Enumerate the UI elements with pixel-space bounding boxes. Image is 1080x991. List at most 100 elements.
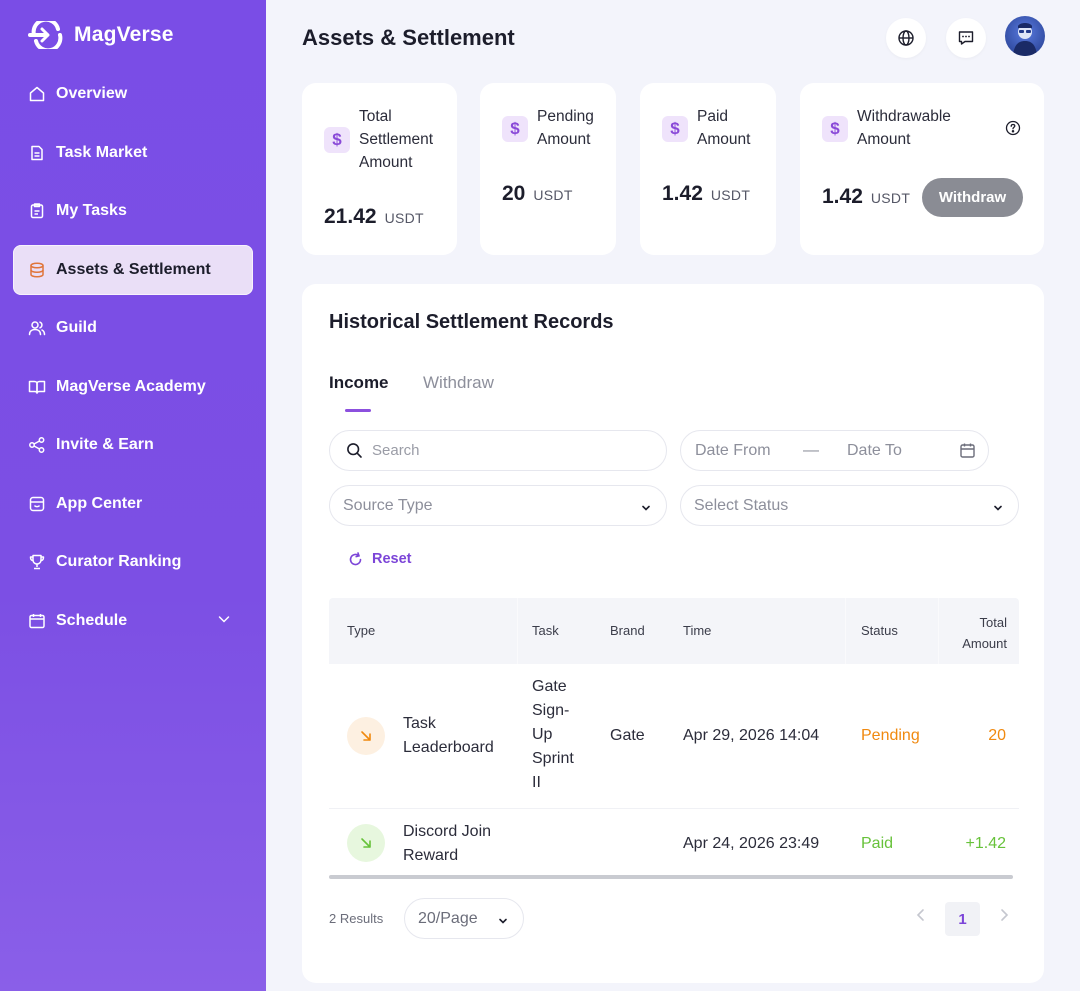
document-icon: [28, 144, 46, 162]
stat-label: Pending Amount: [537, 108, 594, 148]
sidebar-item-label: Schedule: [56, 611, 128, 629]
sidebar-item-my-tasks[interactable]: My Tasks: [13, 186, 253, 236]
row-amount: +1.42: [965, 835, 1006, 852]
home-icon: [28, 85, 46, 103]
stat-value: 21.42 USDT: [324, 205, 424, 229]
column-divider: [517, 598, 518, 664]
sidebar-item-label: Assets & Settlement: [56, 260, 211, 278]
help-icon[interactable]: [1005, 120, 1021, 141]
stat-label: Paid Amount: [697, 108, 751, 148]
table-row[interactable]: Discord Join Reward Apr 24, 2026 23:49 P…: [329, 809, 1019, 875]
stat-unit: USDT: [533, 187, 573, 203]
row-type: Task Leaderboard: [403, 715, 494, 756]
column-divider: [845, 598, 846, 664]
stat-label: Withdrawable Amount: [857, 108, 951, 148]
source-type-select[interactable]: Source Type: [329, 485, 667, 526]
chevron-down-icon[interactable]: [217, 612, 231, 631]
refresh-icon: [349, 551, 362, 565]
calendar-icon[interactable]: [959, 442, 976, 464]
database-icon: [28, 261, 46, 279]
row-task[interactable]: Gate Sign-Up Sprint II: [532, 675, 584, 795]
sidebar-item-academy[interactable]: MagVerse Academy: [13, 362, 253, 412]
pending-amount-value: 20: [502, 182, 526, 205]
tab-withdraw[interactable]: Withdraw: [423, 373, 494, 393]
sidebar-item-curator-ranking[interactable]: Curator Ranking: [13, 537, 253, 587]
total-amount-value: 21.42: [324, 205, 377, 228]
date-from-field[interactable]: Date From: [695, 442, 803, 460]
dollar-icon: $: [662, 116, 688, 142]
language-button[interactable]: [886, 18, 926, 58]
arrow-down-right-icon: [347, 717, 385, 755]
book-icon: [28, 378, 46, 396]
page-number-current[interactable]: 1: [945, 902, 980, 936]
horizontal-scrollbar[interactable]: [329, 875, 1013, 879]
search-icon: [346, 442, 363, 459]
sidebar-item-label: Guild: [56, 319, 97, 336]
table-row[interactable]: Task Leaderboard Gate Sign-Up Sprint II …: [329, 664, 1019, 809]
share-icon: [28, 436, 46, 454]
row-time: Apr 29, 2026 14:04: [683, 727, 820, 744]
stat-value: 20 USDT: [502, 182, 573, 206]
sidebar-nav: Overview Task Market My Tasks Assets & S…: [13, 69, 253, 654]
sidebar-item-overview[interactable]: Overview: [13, 69, 253, 119]
sidebar-item-label: Curator Ranking: [56, 553, 182, 570]
user-avatar[interactable]: [1005, 16, 1045, 56]
column-header-type: Type: [347, 623, 376, 638]
date-separator: —: [803, 441, 819, 459]
table-header: Type Task Brand Time Status Total Amount: [329, 598, 1019, 664]
sidebar-item-schedule[interactable]: Schedule: [13, 596, 253, 646]
reset-button[interactable]: Reset: [348, 551, 412, 567]
users-icon: [28, 319, 46, 337]
sidebar-item-label: My Tasks: [56, 202, 127, 219]
source-type-value: Source Type: [343, 496, 433, 514]
paid-amount-value: 1.42: [662, 182, 703, 205]
status-select[interactable]: Select Status: [680, 485, 1019, 526]
row-amount: 20: [988, 727, 1006, 744]
section-title: Historical Settlement Records: [329, 311, 614, 333]
column-header-task: Task: [532, 623, 559, 638]
settlement-records-panel: Historical Settlement Records Income Wit…: [302, 284, 1044, 983]
stat-unit: USDT: [710, 187, 751, 203]
dollar-icon: $: [822, 116, 848, 142]
sidebar-item-app-center[interactable]: App Center: [13, 479, 253, 529]
dollar-icon: $: [324, 127, 350, 153]
store-icon: [28, 495, 46, 513]
sidebar-item-invite-earn[interactable]: Invite & Earn: [13, 420, 253, 470]
total-settlement-card: $ Total Settlement Amount 21.42 USDT: [302, 83, 457, 255]
clipboard-icon: [28, 202, 46, 220]
row-time: Apr 24, 2026 23:49: [683, 835, 820, 852]
arrow-down-right-icon: [347, 824, 385, 862]
calendar-icon: [28, 612, 46, 630]
search-input[interactable]: [372, 442, 666, 459]
tab-income[interactable]: Income: [329, 373, 389, 393]
search-field[interactable]: [329, 430, 667, 471]
paid-amount-card: $ Paid Amount 1.42 USDT: [640, 83, 776, 255]
chat-icon: [958, 31, 974, 45]
chevron-right-icon[interactable]: [998, 908, 1010, 927]
withdraw-button[interactable]: Withdraw: [922, 178, 1023, 217]
column-header-time: Time: [683, 623, 712, 638]
messages-button[interactable]: [946, 18, 986, 58]
app-name: MagVerse: [74, 23, 174, 46]
row-type: Discord Join Reward: [403, 823, 492, 864]
date-range-picker[interactable]: Date From — Date To: [680, 430, 989, 471]
column-header-status: Status: [861, 623, 898, 638]
avatar-image: [1013, 23, 1037, 56]
sidebar-item-label: MagVerse Academy: [56, 377, 206, 395]
sidebar: MagVerse Overview Task Market My Tasks A…: [0, 0, 266, 991]
date-to-field[interactable]: Date To: [847, 442, 943, 460]
stat-label: Total Settlement Amount: [359, 108, 434, 171]
status-value: Select Status: [694, 496, 789, 514]
page-size-select[interactable]: 20/Page: [404, 898, 524, 939]
sidebar-item-assets-settlement[interactable]: Assets & Settlement: [13, 244, 253, 295]
chevron-down-icon: [497, 914, 509, 932]
sidebar-item-label: App Center: [56, 494, 143, 512]
sidebar-item-task-market[interactable]: Task Market: [13, 128, 253, 178]
chevron-left-icon[interactable]: [915, 908, 927, 927]
status-badge: Paid: [861, 835, 894, 852]
app-logo[interactable]: MagVerse: [28, 20, 174, 50]
trophy-icon: [28, 553, 46, 571]
page-size-value: 20/Page: [418, 909, 478, 927]
globe-icon: [898, 30, 914, 46]
sidebar-item-guild[interactable]: Guild: [13, 303, 253, 353]
